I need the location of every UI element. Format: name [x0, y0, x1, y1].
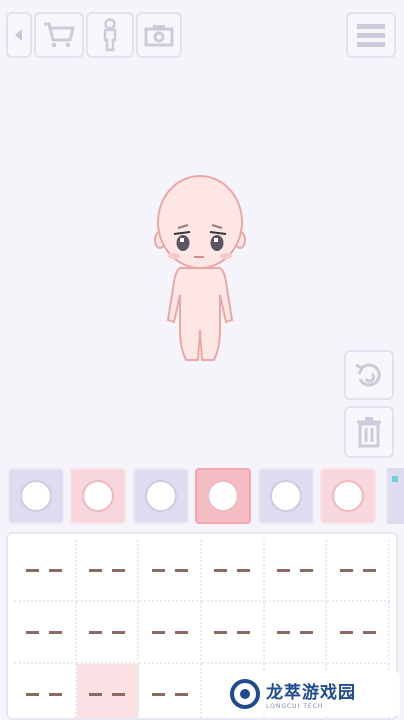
eyebrow-icon	[151, 568, 188, 572]
brand-name-cn: 龙萃游戏园	[266, 683, 356, 703]
menu-button[interactable]	[346, 12, 396, 58]
trash-icon	[357, 417, 381, 448]
brand-logo-icon	[230, 679, 260, 709]
item-cell[interactable]	[202, 602, 265, 664]
item-cell[interactable]	[327, 540, 390, 602]
figure-icon	[103, 18, 117, 52]
item-cell[interactable]	[14, 540, 77, 602]
rotate-button[interactable]	[344, 350, 394, 400]
item-cell[interactable]	[139, 664, 202, 718]
eyebrow-icon	[26, 630, 63, 634]
eyebrow-icon	[214, 630, 251, 634]
watermark: 龙萃游戏园 LONGCUI TECH	[222, 672, 400, 716]
eyebrow-icon	[26, 692, 63, 696]
character-preview[interactable]	[150, 170, 250, 370]
brand-name-en: LONGCUI TECH	[266, 703, 324, 710]
triangle-left-icon	[15, 29, 22, 41]
eyebrow-icon	[88, 568, 125, 572]
item-cell[interactable]	[139, 602, 202, 664]
head-side-icon	[145, 480, 177, 512]
cart-icon	[44, 22, 75, 47]
item-cell[interactable]	[202, 540, 265, 602]
category-tab-hair[interactable]	[320, 468, 376, 524]
shop-button[interactable]	[34, 12, 84, 58]
camera-icon	[144, 25, 174, 47]
category-tab-head[interactable]	[8, 468, 64, 524]
head-ear-icon	[270, 480, 302, 512]
eyebrow-icon	[151, 692, 188, 696]
camera-button[interactable]	[136, 12, 182, 58]
eyebrow-icon	[339, 568, 376, 572]
trash-button[interactable]	[344, 406, 394, 458]
category-tabs	[0, 466, 404, 528]
item-cell[interactable]	[14, 664, 77, 718]
hamburger-menu-icon	[357, 24, 385, 47]
category-scroll-hint[interactable]	[386, 468, 404, 524]
category-tab-bangs[interactable]	[70, 468, 126, 524]
head-face-icon	[207, 480, 239, 512]
item-cell[interactable]	[327, 602, 390, 664]
eyebrow-icon	[151, 630, 188, 634]
eyebrow-icon	[276, 568, 313, 572]
head-hair-icon	[332, 480, 364, 512]
item-cell[interactable]	[76, 602, 140, 664]
item-cell[interactable]	[76, 540, 140, 602]
rotate-icon	[355, 363, 381, 387]
eyebrow-icon	[88, 630, 125, 634]
eyebrow-icon	[88, 692, 125, 696]
eyebrow-icon	[214, 568, 251, 572]
item-cell[interactable]	[14, 602, 77, 664]
head-bangs-icon	[82, 480, 114, 512]
category-tab-face[interactable]	[195, 468, 251, 524]
category-tab-side[interactable]	[133, 468, 189, 524]
eyebrow-icon	[276, 630, 313, 634]
category-tab-ear[interactable]	[258, 468, 314, 524]
item-cell[interactable]	[264, 540, 328, 602]
item-cell-selected[interactable]	[76, 664, 140, 718]
eyebrow-icon	[26, 568, 63, 572]
item-cell[interactable]	[139, 540, 202, 602]
new-badge-icon	[392, 476, 398, 482]
back-button[interactable]	[6, 12, 32, 58]
eyebrow-icon	[339, 630, 376, 634]
body-button[interactable]	[86, 12, 134, 58]
item-cell[interactable]	[264, 602, 328, 664]
plain-head-icon	[20, 480, 52, 512]
